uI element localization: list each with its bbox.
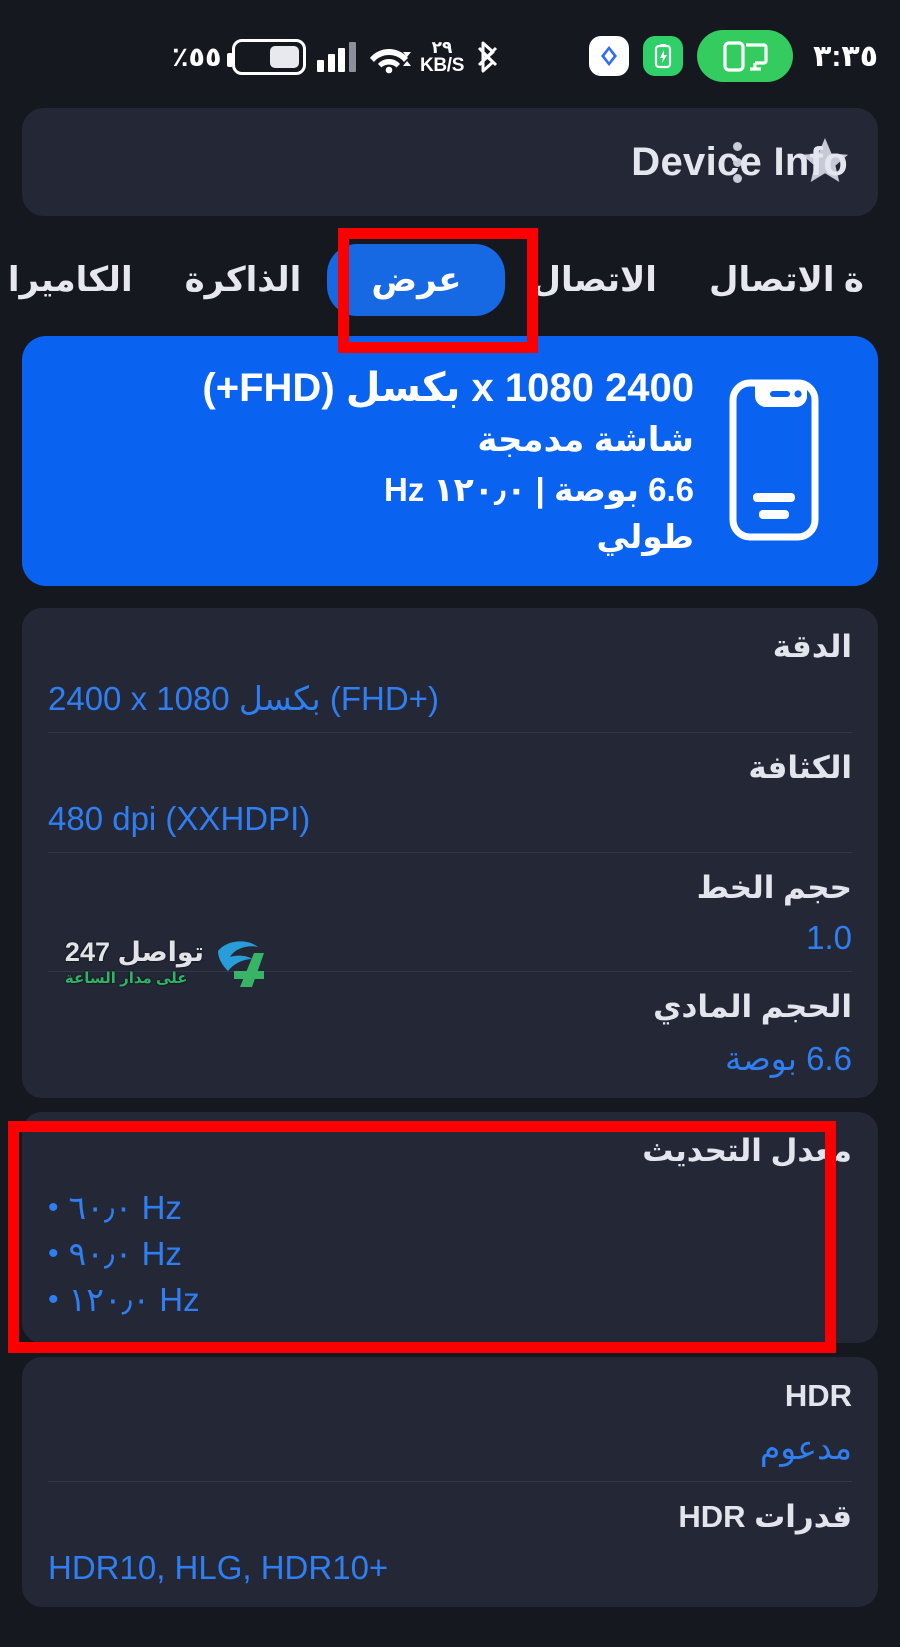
bluetooth-icon: [475, 39, 501, 75]
clock-label: ٣:٣٥: [813, 39, 878, 73]
table-row[interactable]: HDR مدعوم: [48, 1361, 852, 1483]
app-badge-icon: [589, 36, 630, 76]
watermark: تواصل 247 على مدار الساعة: [38, 928, 278, 996]
wifi-icon: [367, 40, 411, 74]
tab-bar[interactable]: ة الاتصال الاتصال عرض الذاكرة الكاميرا: [0, 234, 900, 326]
row-value-physical-size: 6.6 بوصة: [725, 1040, 852, 1077]
table-row[interactable]: الكثافة 480 dpi (XXHDPI): [48, 733, 852, 853]
app-bar: Device Info: [22, 108, 878, 216]
table-row[interactable]: الدقة 2400 x 1080 بكسل (FHD+): [48, 612, 852, 733]
hero-resolution: 2400 x 1080 بكسل (FHD+): [202, 365, 694, 410]
hero-display-type: شاشة مدمجة: [477, 421, 694, 460]
tab-camera[interactable]: الكاميرا: [0, 246, 159, 314]
tab-connection-partial[interactable]: ة الاتصال: [683, 246, 890, 314]
hdr-card: HDR مدعوم قدرات HDR HDR10, HLG, HDR10+: [22, 1357, 878, 1607]
list-item: • ١٢٠٫٠ Hz: [48, 1277, 852, 1323]
watermark-logo-icon: [210, 931, 278, 994]
table-row[interactable]: قدرات HDR HDR10, HLG, HDR10+: [48, 1482, 852, 1601]
bullet-dot-icon: •: [48, 1283, 59, 1317]
watermark-sub-label: على مدار الساعة: [64, 969, 188, 987]
status-bar-left-group: ٪٥٥ ٢٩ KB/S: [172, 34, 501, 80]
refresh-rate-card: معدل التحديث • ٦٠٫٠ Hz • ٩٠٫٠ Hz • ١٢٠٫٠…: [22, 1112, 878, 1344]
row-value-hdr: مدعوم: [759, 1429, 852, 1467]
display-details-card: الدقة 2400 x 1080 بكسل (FHD+) الكثافة 48…: [22, 608, 878, 1098]
watermark-main-label: تواصل 247: [64, 936, 204, 967]
row-label-hdr: HDR: [784, 1378, 852, 1414]
row-value-density: 480 dpi (XXHDPI): [48, 799, 311, 837]
smartphone-icon: [698, 375, 848, 545]
tab-display[interactable]: عرض: [327, 244, 506, 316]
device-info-screen: ٪٥٥ ٢٩ KB/S ٣:٣٥ Device Info ة الاتصال ا…: [0, 0, 900, 1647]
list-item: • ٦٠٫٠ Hz: [48, 1185, 852, 1231]
battery-icon: [227, 39, 307, 75]
display-summary-text: 2400 x 1080 بكسل (FHD+) شاشة مدمجة 6.6 ب…: [52, 364, 698, 557]
status-bar-right-group: ٣:٣٥: [589, 30, 878, 82]
cast-screen-icon[interactable]: [697, 30, 794, 82]
cellular-signal-icon: [317, 42, 356, 72]
table-row[interactable]: معدل التحديث • ٦٠٫٠ Hz • ٩٠٫٠ Hz • ١٢٠٫٠…: [48, 1116, 852, 1337]
status-bar: ٪٥٥ ٢٩ KB/S ٣:٣٥: [0, 0, 900, 100]
refresh-rate-60: ٦٠٫٠ Hz: [68, 1188, 182, 1226]
battery-saver-icon: [643, 36, 684, 76]
network-speed-value: ٢٩: [431, 38, 453, 57]
row-label-resolution: الدقة: [772, 629, 852, 664]
refresh-rate-90: ٩٠٫٠ Hz: [68, 1234, 182, 1272]
row-label-font-size: حجم الخط: [696, 869, 852, 905]
row-value-hdr-capabilities: HDR10, HLG, HDR10+: [48, 1548, 389, 1586]
network-speed-unit: KB/S: [419, 55, 465, 76]
row-label-hdr-capabilities: قدرات HDR: [678, 1499, 852, 1535]
tab-memory[interactable]: الذاكرة: [159, 246, 328, 314]
row-label-density: الكثافة: [748, 749, 852, 785]
refresh-rate-list: • ٦٠٫٠ Hz • ٩٠٫٠ Hz • ١٢٠٫٠ Hz: [48, 1185, 852, 1324]
watermark-text: تواصل 247 على مدار الساعة: [64, 936, 204, 987]
bullet-dot-icon: •: [48, 1237, 59, 1271]
battery-percent-label: ٪٥٥: [172, 41, 222, 72]
network-speed-indicator: ٢٩ KB/S: [419, 38, 465, 76]
row-label-refresh-rate: معدل التحديث: [642, 1133, 852, 1168]
display-summary-card: 2400 x 1080 بكسل (FHD+) شاشة مدمجة 6.6 ب…: [22, 336, 878, 586]
hero-size-and-rate: 6.6 بوصة | ١٢٠٫٠ Hz: [383, 471, 694, 509]
list-item: • ٩٠٫٠ Hz: [48, 1231, 852, 1277]
row-value-resolution: 2400 x 1080 بكسل (FHD+): [48, 679, 439, 717]
bullet-dot-icon: •: [48, 1190, 59, 1224]
hero-orientation: طولي: [596, 518, 694, 556]
tab-connection[interactable]: الاتصال: [505, 246, 683, 314]
refresh-rate-120: ١٢٠٫٠ Hz: [68, 1281, 200, 1319]
page-title: Device Info: [631, 139, 848, 184]
